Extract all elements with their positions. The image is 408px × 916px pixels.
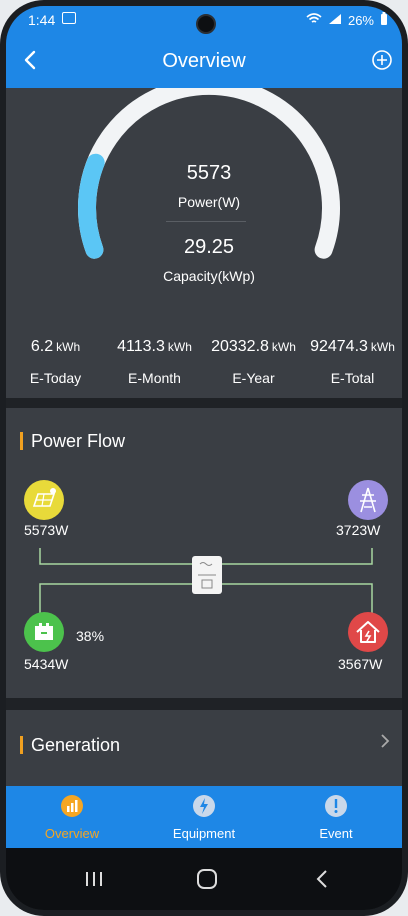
gauge-divider (166, 221, 246, 222)
tab-event[interactable]: Event (270, 786, 402, 848)
battery-percent: 38% (76, 628, 105, 644)
tab-label: Overview (44, 826, 100, 841)
capacity-value: 29.25 (183, 236, 235, 258)
screen: 1:44 26% Overview 5573 Power(W) 29.25 Ca… (6, 6, 402, 910)
stat-unit: kWh (56, 340, 81, 354)
tab-label: Event (319, 826, 353, 841)
home-icon[interactable] (348, 612, 388, 652)
camera-cutout (196, 14, 216, 34)
power-gauge: 5573 Power(W) 29.25 Capacity(kWp) (66, 76, 352, 308)
tab-label: Equipment (172, 826, 236, 841)
status-bar: 1:44 26% (6, 6, 402, 34)
status-right: 26% (306, 12, 388, 29)
battery-percent: 26% (347, 13, 374, 28)
tab-overview[interactable]: Overview (6, 786, 138, 848)
alert-icon (324, 794, 348, 818)
power-flow-panel: Power Flow 5573W 3723W 38% 5434W 3567W (6, 408, 402, 698)
stat-value: 20332.8 (211, 338, 269, 355)
app-header: Overview (6, 34, 402, 88)
overview-panel: 5573 Power(W) 29.25 Capacity(kWp) 6.2 kWh… (6, 76, 402, 398)
battery-power-value: 5434W (24, 656, 69, 672)
section-divider (6, 698, 402, 710)
stat-value: 6.2 (30, 338, 54, 355)
home-power-value: 3567W (338, 656, 383, 672)
screenshot-icon (62, 12, 76, 24)
battery-status-icon (380, 12, 388, 29)
stat-label: E-Month (128, 370, 181, 386)
stat-unit: kWh (271, 340, 296, 354)
stat-value: 4113.3 (117, 338, 165, 355)
status-time: 1:44 (28, 12, 56, 28)
inverter-icon (192, 556, 222, 594)
stat-label: E-Total (330, 370, 375, 386)
transmission-tower-icon[interactable] (348, 480, 388, 520)
section-divider (6, 398, 402, 408)
back-nav-icon[interactable] (314, 868, 330, 895)
battery-icon[interactable] (24, 612, 64, 652)
bolt-icon (192, 794, 216, 818)
chevron-right-icon[interactable] (378, 732, 392, 750)
generation-section[interactable]: Generation (6, 710, 402, 790)
system-nav-bar (6, 848, 402, 910)
solar-panel-icon[interactable] (24, 480, 64, 520)
wifi-icon (306, 13, 322, 28)
stat-value: 92474.3 (310, 338, 368, 355)
stat-e-month: 4113.3 kWh E-Month (105, 338, 204, 386)
recent-apps-icon[interactable] (84, 870, 104, 893)
solar-power-value: 5573W (24, 522, 69, 538)
capacity-label: Capacity(kWp) (163, 268, 255, 284)
phone-frame: 1:44 26% Overview 5573 Power(W) 29.25 Ca… (0, 0, 408, 916)
power-value: 5573 (186, 162, 232, 184)
generation-title: Generation (20, 736, 120, 754)
power-label: Power(W) (177, 194, 241, 210)
signal-icon (328, 13, 342, 28)
grid-power-value: 3723W (336, 522, 381, 538)
bottom-tab-bar: Overview Equipment Event (6, 786, 402, 848)
stat-e-year: 20332.8 kWh E-Year (204, 338, 303, 386)
add-icon[interactable] (370, 48, 394, 72)
stat-e-today: 6.2 kWh E-Today (6, 338, 105, 386)
energy-stats: 6.2 kWh E-Today 4113.3 kWh E-Month 20332.8… (6, 338, 402, 398)
chart-icon (60, 794, 84, 818)
stat-e-total: 92474.3 kWh E-Total (303, 338, 402, 386)
home-button-icon[interactable] (196, 868, 218, 895)
stat-unit: kWh (370, 340, 395, 354)
stat-label: E-Year (232, 370, 275, 386)
flow-lines (39, 548, 373, 614)
stat-unit: kWh (167, 340, 192, 354)
tab-equipment[interactable]: Equipment (138, 786, 270, 848)
stat-label: E-Today (29, 370, 82, 386)
page-title: Overview (162, 50, 246, 72)
